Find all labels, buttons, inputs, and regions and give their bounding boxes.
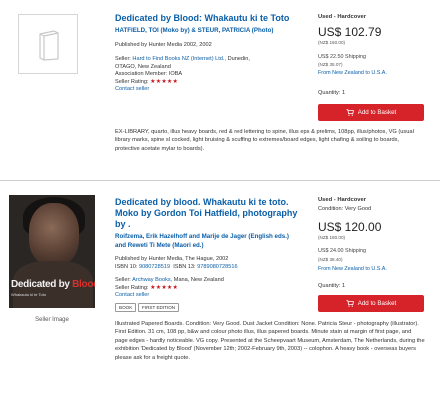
seller-prefix: Seller:: [115, 56, 131, 62]
isbn13-label: ISBN 13:: [173, 263, 196, 270]
isbn-line: ISBN 10: 9080728519 ISBN 13: 97890807285…: [115, 264, 238, 272]
condition-detail: Condition: Very Good: [318, 206, 372, 212]
book-authors-line-1: Roifzema, Erik Hazelhoff and Marije de J…: [115, 233, 289, 240]
shipping-nzd: (NZ$ 35.07): [318, 62, 343, 67]
publisher-info: Published by Hunter Media, The Hague, 20…: [115, 256, 229, 262]
book-placeholder-image[interactable]: [18, 14, 78, 74]
seller-line: Seller: Hard to Find Books NZ (Internet)…: [115, 56, 250, 64]
book-authors[interactable]: HATFIELD, TOI (Moko by) & STEUR, PATRICI…: [115, 27, 315, 36]
badge-book: BOOK: [115, 303, 137, 312]
seller-prefix: Seller:: [115, 277, 131, 283]
quantity: Quantity: 1: [318, 90, 346, 96]
listing-card: Dedicated by Blood: Whakautu ki te Toto …: [0, 0, 440, 178]
add-to-basket-button[interactable]: Add to Basket: [318, 104, 424, 121]
cover-title-white: Dedicated by: [11, 279, 73, 290]
seller-location: Mana, New Zealand: [173, 277, 224, 283]
book-cover-image[interactable]: Dedicated by Blood Whakautu ki te Toto: [9, 195, 95, 308]
isbn10-link[interactable]: 9080728519: [139, 264, 170, 270]
isbn10-label: ISBN 10:: [115, 263, 138, 270]
shipping-cost[interactable]: US$ 24.00 Shipping: [318, 248, 366, 254]
seller-rating-label: Seller Rating:: [115, 78, 149, 85]
price: US$ 120.00: [318, 220, 382, 234]
condition-label: Used - Hardcover: [318, 14, 367, 20]
seller-location: Dunedin,: [227, 56, 250, 62]
shipping-destination-link[interactable]: From New Zealand to U.S.A.: [318, 70, 387, 76]
add-to-basket-label: Add to Basket: [357, 109, 397, 116]
item-description: Illustrated Papered Boards. Condition: V…: [115, 321, 425, 361]
cover-title: Dedicated by Blood: [11, 279, 95, 290]
condition-label: Used - Hardcover: [318, 197, 367, 203]
publisher-info: Published by Hunter Media 2002, 2002: [115, 42, 212, 48]
shipping-cost[interactable]: US$ 22.50 Shipping: [318, 54, 366, 60]
listing-card: Dedicated by Blood Whakautu ki te Toto S…: [0, 182, 440, 400]
basket-icon: [346, 109, 354, 116]
association-member: Association Member: IOBA: [115, 71, 183, 77]
badge-first-edition: FIRST EDITION: [138, 303, 180, 312]
seller-line: Seller: Archway Books, Mana, New Zealand: [115, 277, 224, 285]
book-title-link[interactable]: Dedicated by blood. Whakautu ki te toto.…: [115, 197, 315, 230]
seller-rating: Seller Rating: ★★★★★: [115, 285, 178, 293]
add-to-basket-button[interactable]: Add to Basket: [318, 295, 424, 312]
book-title-line-1: Dedicated by blood. Whakautu ki te toto.: [115, 197, 289, 207]
quantity: Quantity: 1: [318, 283, 346, 289]
book-title-link[interactable]: Dedicated by Blood: Whakautu ki te Toto: [115, 13, 315, 24]
shipping-destination-link[interactable]: From New Zealand to U.S.A.: [318, 266, 387, 272]
price-nzd: (NZ$ 160.00): [318, 40, 346, 45]
item-description: EX-LIBRARY, quarto, illus heavy boards, …: [115, 129, 414, 152]
book-placeholder-icon: [39, 30, 59, 61]
seller-link[interactable]: Archway Books,: [132, 277, 172, 283]
book-title-line-2: Moko by Gordon Toi Hatfield, photography: [115, 208, 298, 218]
book-title-line-3: by .: [115, 219, 131, 229]
cover-title-red: Blood: [72, 279, 95, 290]
contact-seller-link[interactable]: Contact seller: [115, 292, 149, 300]
shipping-nzd: (NZ$ 38.40): [318, 257, 343, 262]
price: US$ 102.79: [318, 25, 382, 39]
listing-divider: [0, 180, 440, 181]
rating-stars-icon: ★★★★★: [150, 284, 179, 291]
price-nzd: (NZ$ 180.00): [318, 235, 346, 240]
contact-seller-link[interactable]: Contact seller: [115, 86, 149, 94]
seller-image-caption: Seller Image: [35, 317, 69, 323]
cover-subtitle: Whakautu ki te Toto: [11, 292, 47, 297]
book-authors-line-2: and Reweti Ti Mete (Maori ed.): [115, 241, 204, 249]
seller-rating: Seller Rating: ★★★★★: [115, 79, 178, 87]
seller-location-region: OTAGO, New Zealand: [115, 63, 171, 70]
rating-stars-icon: ★★★★★: [150, 78, 179, 85]
add-to-basket-label: Add to Basket: [357, 300, 397, 307]
cover-portrait-face: [29, 203, 79, 265]
basket-icon: [346, 300, 354, 307]
seller-rating-label: Seller Rating:: [115, 284, 149, 291]
seller-link[interactable]: Hard to Find Books NZ (Internet) Ltd.,: [132, 56, 226, 62]
book-authors[interactable]: Roifzema, Erik Hazelhoff and Marije de J…: [115, 233, 315, 250]
isbn13-link[interactable]: 9789080728516: [197, 264, 237, 270]
